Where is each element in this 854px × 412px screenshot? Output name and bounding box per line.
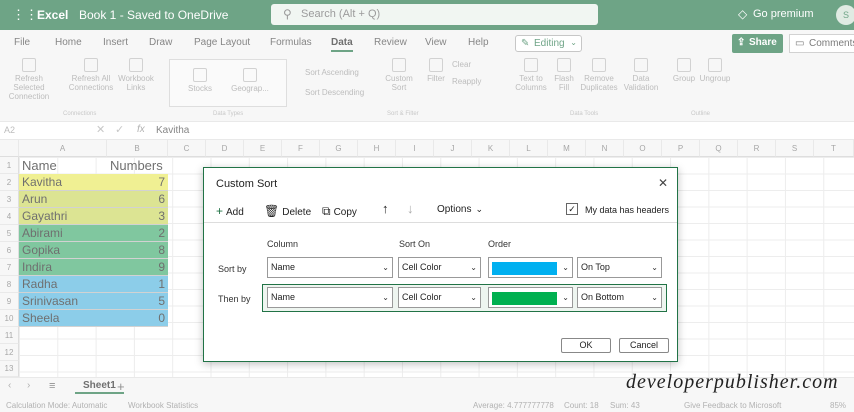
column-heading: Column (267, 239, 299, 249)
then-by-sorton-select[interactable]: Cell Color ⌄ (398, 287, 481, 308)
then-by-sorton-value: Cell Color (402, 292, 442, 302)
chevron-down-icon: ⌄ (651, 263, 658, 272)
close-icon[interactable]: ✕ (658, 176, 668, 190)
then-by-position-select[interactable]: On Bottom ⌄ (577, 287, 662, 308)
headers-checkbox[interactable]: ✓ (566, 203, 578, 215)
copy-icon: ⧉ (322, 204, 331, 218)
options-button[interactable]: Options ⌄ (437, 204, 483, 215)
plus-icon: + (216, 204, 224, 218)
sort-by-label: Sort by (218, 264, 247, 274)
add-level-button[interactable]: + Add (216, 204, 244, 218)
chevron-down-icon: ⌄ (382, 293, 389, 302)
order-heading: Order (488, 239, 512, 249)
chevron-down-icon: ⌄ (470, 293, 477, 302)
chevron-down-icon: ⌄ (562, 293, 569, 302)
then-by-column-select[interactable]: Name ⌄ (267, 287, 393, 308)
chevron-down-icon: ⌄ (475, 204, 484, 214)
move-up-button[interactable]: ↑ (382, 201, 389, 216)
sort-by-position-select[interactable]: On Top ⌄ (577, 257, 662, 278)
chevron-down-icon: ⌄ (562, 263, 569, 272)
copy-level-button[interactable]: ⧉ Copy (322, 204, 357, 219)
chevron-down-icon: ⌄ (651, 293, 658, 302)
sort-by-sorton-select[interactable]: Cell Color ⌄ (398, 257, 481, 278)
dialog-divider (204, 222, 677, 223)
color-swatch (492, 262, 557, 275)
custom-sort-dialog: Custom Sort ✕ + Add 🗑 Delete ⧉ Copy ↑ ↓ Opt… (203, 167, 678, 362)
cancel-button[interactable]: Cancel (619, 338, 669, 353)
sort-by-column-select[interactable]: Name ⌄ (267, 257, 393, 278)
dialog-title: Custom Sort (216, 178, 278, 190)
add-label: Add (226, 207, 244, 218)
delete-level-button[interactable]: 🗑 Delete (264, 204, 311, 218)
options-label: Options (437, 204, 472, 215)
then-by-color-select[interactable]: ⌄ (488, 287, 573, 308)
delete-label: Delete (282, 207, 312, 218)
sort-by-color-select[interactable]: ⌄ (488, 257, 573, 278)
sort-by-position-value: On Top (581, 262, 610, 272)
chevron-down-icon: ⌄ (382, 263, 389, 272)
sort-by-sorton-value: Cell Color (402, 262, 442, 272)
ok-button[interactable]: OK (561, 338, 611, 353)
sort-by-column-value: Name (271, 262, 296, 272)
copy-label: Copy (333, 207, 357, 218)
then-by-position-value: On Bottom (581, 292, 625, 302)
watermark-text: developerpublisher.com (626, 371, 839, 393)
sort-on-heading: Sort On (399, 239, 431, 249)
chevron-down-icon: ⌄ (470, 263, 477, 272)
color-swatch (492, 292, 557, 305)
then-by-label: Then by (218, 294, 251, 304)
headers-checkbox-label: My data has headers (585, 205, 670, 215)
trash-icon: 🗑 (264, 204, 280, 218)
then-by-column-value: Name (271, 292, 296, 302)
move-down-button[interactable]: ↓ (407, 201, 414, 216)
